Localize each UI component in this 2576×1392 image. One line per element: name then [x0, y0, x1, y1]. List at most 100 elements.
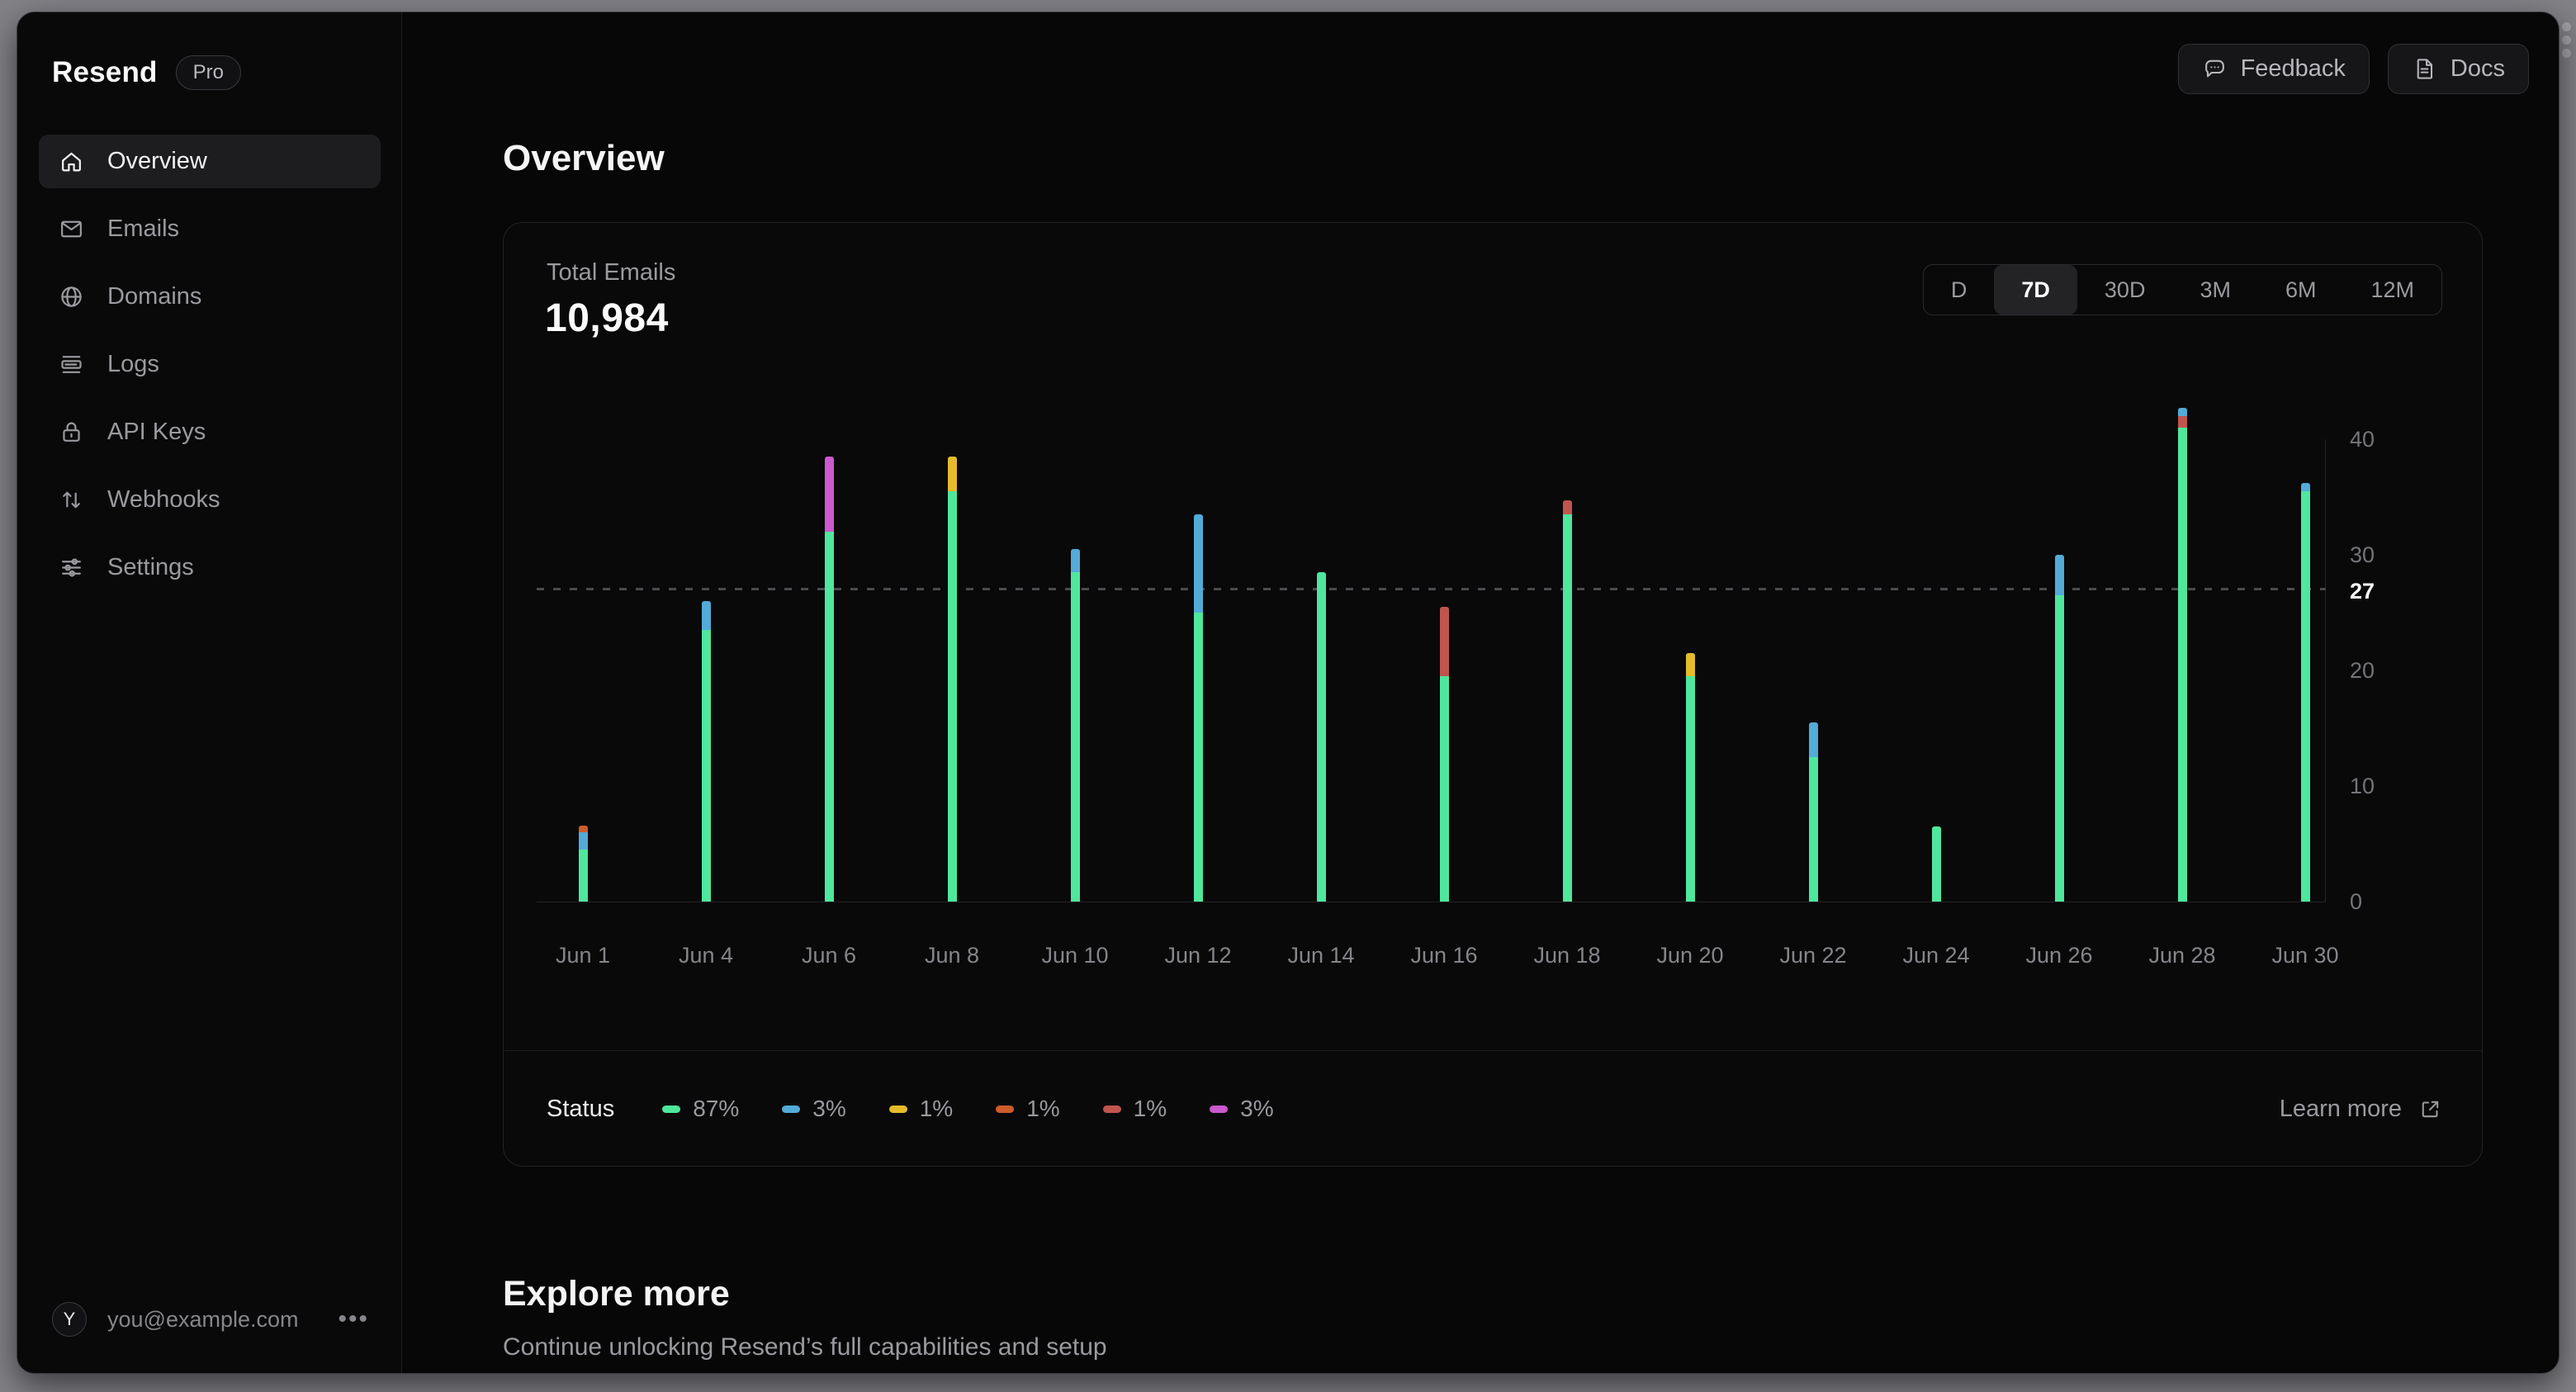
- x-tick-label: Jun 1: [555, 943, 611, 968]
- sidebar-item-webhooks[interactable]: Webhooks: [39, 473, 381, 527]
- desktop-scrollbar-dot: [2562, 49, 2571, 58]
- bar-jun-20[interactable]: [1685, 653, 1695, 902]
- sidebar-item-emails[interactable]: Emails: [39, 202, 381, 256]
- bar-jun-8[interactable]: [947, 457, 957, 902]
- feedback-button-label: Feedback: [2240, 55, 2346, 82]
- sidebar-item-label: Overview: [107, 148, 207, 174]
- metric-value: 10,984: [545, 296, 669, 340]
- card-footer: Status 87% 3% 1% 1% 1% 3% Learn more: [547, 1080, 2442, 1138]
- x-tick-label: Jun 20: [1656, 943, 1724, 968]
- legend-item-magenta: 3%: [1210, 1096, 1274, 1122]
- card-footer-divider: [504, 1050, 2482, 1051]
- legend-percentage: 87%: [693, 1096, 740, 1121]
- x-tick-label: Jun 8: [924, 943, 980, 968]
- legend-swatch: [1102, 1105, 1121, 1113]
- sidebar: Resend Pro Overview Emails Domains Logs: [17, 12, 402, 1373]
- bar-jun-14[interactable]: [1316, 572, 1326, 902]
- legend-item-orange: 1%: [996, 1096, 1060, 1122]
- bar-segment-green: [1562, 514, 1572, 902]
- legend-swatch: [1210, 1105, 1229, 1113]
- bar-jun-18[interactable]: [1562, 500, 1572, 902]
- sidebar-item-label: Domains: [107, 283, 202, 310]
- bar-segment-green: [1193, 613, 1203, 902]
- bar-segment-blue: [701, 601, 711, 630]
- sidebar-item-settings[interactable]: Settings: [39, 541, 381, 594]
- legend-swatch: [782, 1105, 801, 1113]
- bar-segment-blue: [2054, 555, 2064, 595]
- bar-segment-red: [1439, 607, 1449, 676]
- legend-item-green: 87%: [662, 1096, 739, 1122]
- bar-jun-28[interactable]: [2177, 408, 2187, 902]
- bar-jun-22[interactable]: [1808, 722, 1818, 902]
- legend-item-blue: 3%: [782, 1096, 846, 1122]
- speech-bubble-icon: [2204, 59, 2224, 78]
- legend-percentage: 1%: [1026, 1096, 1060, 1121]
- x-tick-label: Jun 4: [678, 943, 734, 968]
- document-icon: [2417, 59, 2432, 79]
- plot-area: [504, 393, 2326, 902]
- bar-segment-green: [1808, 757, 1818, 902]
- bar-jun-10[interactable]: [1070, 549, 1080, 902]
- bar-jun-4[interactable]: [701, 601, 711, 902]
- user-row[interactable]: Y you@example.com •••: [52, 1302, 374, 1337]
- x-tick-label: Jun 22: [1779, 943, 1847, 968]
- y-tick-label: 0: [2350, 889, 2363, 914]
- range-12m[interactable]: 12M: [2343, 265, 2441, 315]
- lock-icon: [63, 422, 80, 442]
- range-3m[interactable]: 3M: [2172, 265, 2258, 315]
- bar-segment-yellow: [1685, 653, 1695, 676]
- user-menu-ellipsis-icon[interactable]: •••: [333, 1302, 374, 1337]
- sidebar-item-api-keys[interactable]: API Keys: [39, 405, 381, 459]
- desktop-scrollbar-dot: [2562, 36, 2571, 45]
- x-tick-label: Jun 18: [1533, 943, 1601, 968]
- bar-segment-red: [2177, 415, 2187, 428]
- x-tick-label: Jun 30: [2271, 943, 2339, 968]
- range-30d[interactable]: 30D: [2077, 265, 2173, 315]
- sidebar-item-overview[interactable]: Overview: [39, 135, 381, 188]
- bar-jun-26[interactable]: [2054, 555, 2064, 902]
- legend-item-red: 1%: [1102, 1096, 1167, 1122]
- mail-icon: [61, 220, 82, 238]
- desktop-scrollbar-dot: [2562, 22, 2571, 31]
- bar-jun-24[interactable]: [1931, 826, 1941, 902]
- bar-jun-6[interactable]: [824, 457, 834, 902]
- legend-percentage: 1%: [919, 1096, 954, 1121]
- docs-button[interactable]: Docs: [2387, 44, 2529, 94]
- explore-more-title: Explore more: [503, 1274, 730, 1314]
- bar-segment-yellow: [947, 457, 957, 491]
- range-6m[interactable]: 6M: [2258, 265, 2344, 315]
- status-label: Status: [547, 1095, 615, 1122]
- legend-swatch: [996, 1105, 1015, 1113]
- sidebar-item-label: Emails: [107, 215, 180, 242]
- range-7d[interactable]: 7D: [1994, 265, 2077, 315]
- app-window: Resend Pro Overview Emails Domains Logs: [17, 12, 2559, 1374]
- y-tick-label: 10: [2350, 774, 2375, 798]
- header-actions: Feedback Docs: [2177, 44, 2529, 94]
- x-tick-label: Jun 24: [1902, 943, 1970, 968]
- average-value-label: 27: [2350, 579, 2375, 604]
- range-d[interactable]: D: [1924, 265, 1994, 315]
- bar-segment-blue: [2300, 483, 2310, 491]
- status-legend: 87% 3% 1% 1% 1% 3%: [662, 1096, 1274, 1122]
- y-tick-label: 30: [2350, 542, 2375, 567]
- plan-badge: Pro: [175, 55, 241, 90]
- home-icon: [62, 152, 81, 172]
- bar-segment-blue: [578, 831, 588, 850]
- learn-more-label: Learn more: [2279, 1095, 2402, 1122]
- bar-jun-16[interactable]: [1439, 607, 1449, 902]
- sidebar-item-domains[interactable]: Domains: [39, 270, 381, 324]
- legend-swatch: [662, 1105, 681, 1113]
- bar-jun-1[interactable]: [578, 825, 588, 902]
- x-tick-label: Jun 14: [1287, 943, 1355, 968]
- bar-segment-blue: [1808, 722, 1818, 757]
- bar-segment-green: [1685, 676, 1695, 902]
- feedback-button[interactable]: Feedback: [2177, 44, 2370, 94]
- legend-item-yellow: 1%: [888, 1096, 954, 1122]
- bar-jun-30[interactable]: [2300, 483, 2310, 902]
- learn-more-link[interactable]: Learn more: [2280, 1096, 2442, 1123]
- sidebar-item-label: API Keys: [107, 419, 206, 445]
- sliders-icon: [62, 558, 81, 577]
- external-link-icon: [2422, 1101, 2439, 1117]
- sidebar-item-logs[interactable]: Logs: [39, 338, 381, 391]
- bar-jun-12[interactable]: [1193, 514, 1203, 902]
